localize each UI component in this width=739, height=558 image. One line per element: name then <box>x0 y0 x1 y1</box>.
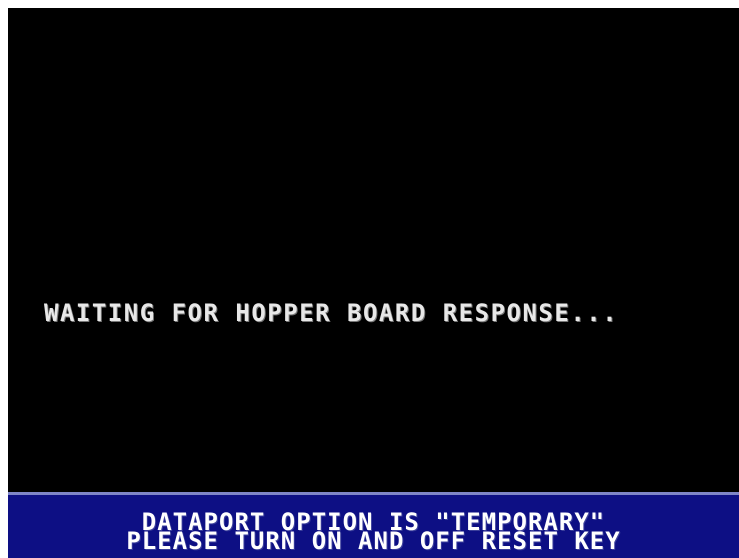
dataport-notice-bar: DATAPORT OPTION IS "TEMPORARY" PLEASE TU… <box>8 492 739 558</box>
main-display-area: WAITING FOR HOPPER BOARD RESPONSE... <box>8 8 739 492</box>
game-screen: WAITING FOR HOPPER BOARD RESPONSE... DAT… <box>8 8 739 558</box>
hopper-status-message: WAITING FOR HOPPER BOARD RESPONSE... <box>44 299 619 327</box>
reset-key-instruction: PLEASE TURN ON AND OFF RESET KEY <box>126 527 621 555</box>
